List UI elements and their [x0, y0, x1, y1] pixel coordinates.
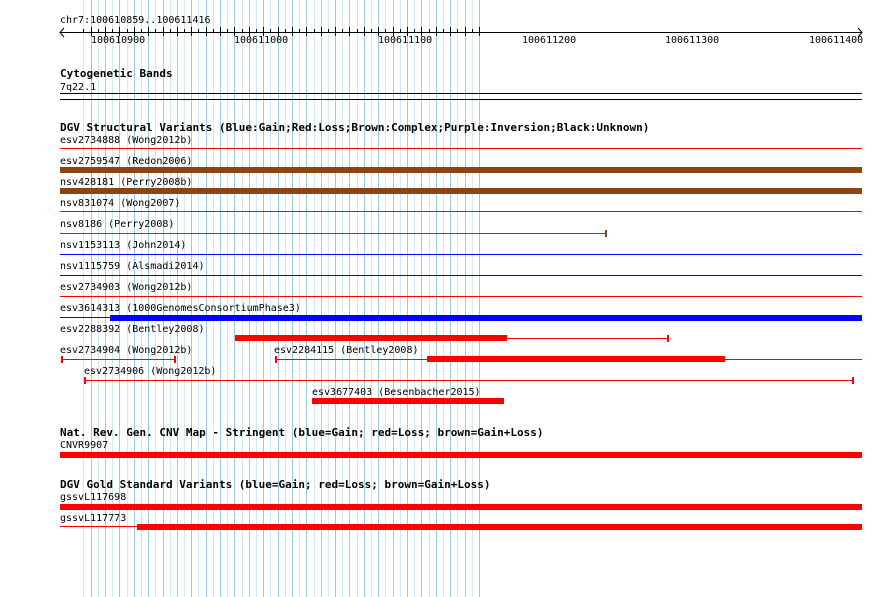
dgv-track-title: DGV Structural Variants (Blue:Gain;Red:L…: [60, 121, 650, 134]
feature-label[interactable]: gssvL117773: [60, 513, 126, 524]
variant-line[interactable]: [85, 380, 854, 381]
ruler-label: 100611000: [234, 35, 289, 46]
variant-line[interactable]: [62, 359, 175, 360]
gold-track-title: DGV Gold Standard Variants (blue=Gain; r…: [60, 478, 491, 491]
gold-bar[interactable]: [137, 524, 862, 530]
feature-label[interactable]: nsv831074 (Wong2007): [60, 198, 180, 209]
variant-line: [507, 338, 668, 339]
ruler-label: 100611100: [378, 35, 433, 46]
ruler-label: 100610900: [91, 35, 146, 46]
feature-label[interactable]: CNVR9907: [60, 440, 108, 451]
variant-bar[interactable]: [235, 335, 507, 341]
feature-label[interactable]: esv2734904 (Wong2012b): [60, 345, 192, 356]
variant-line[interactable]: [276, 359, 427, 360]
cytoband-label: 7q22.1: [60, 82, 97, 93]
feature-label[interactable]: esv3614313 (1000GenomesConsortiumPhase3): [60, 303, 301, 314]
cytoband-track-title: Cytogenetic Bands: [60, 67, 173, 80]
feature-label[interactable]: nsv1115759 (Alsmadi2014): [60, 261, 205, 272]
gold-line: [60, 526, 137, 527]
variant-line[interactable]: [60, 254, 862, 255]
variant-end-tick: [61, 356, 63, 363]
feature-label[interactable]: esv3677403 (Besenbacher2015): [312, 387, 481, 398]
variant-line[interactable]: [60, 296, 862, 297]
variant-bar[interactable]: [312, 398, 504, 404]
cytoband-line[interactable]: [60, 93, 862, 94]
feature-label[interactable]: esv2759547 (Redon2006): [60, 156, 192, 167]
feature-label[interactable]: gssvL117698: [60, 492, 126, 503]
variant-line[interactable]: [60, 148, 862, 149]
cytoband-line: [60, 99, 862, 100]
variant-line[interactable]: [60, 233, 606, 234]
feature-label[interactable]: nsv428181 (Perry2008b): [60, 177, 192, 188]
variant-bar[interactable]: [60, 188, 862, 194]
variant-line[interactable]: [60, 275, 862, 276]
variant-end-tick: [667, 335, 669, 342]
gold-bar[interactable]: [60, 504, 862, 510]
ruler-label: 100611200: [522, 35, 577, 46]
feature-label[interactable]: esv2288392 (Bentley2008): [60, 324, 205, 335]
variant-bar[interactable]: [60, 167, 862, 173]
variant-line[interactable]: [60, 317, 110, 318]
ruler-label: 100611300: [665, 35, 720, 46]
cnvmap-track-title: Nat. Rev. Gen. CNV Map - Stringent (blue…: [60, 426, 544, 439]
variant-end-tick: [605, 230, 607, 237]
variant-line: [725, 359, 862, 360]
variant-bar[interactable]: [427, 356, 725, 362]
feature-label[interactable]: nsv1153113 (John2014): [60, 240, 186, 251]
feature-label[interactable]: esv2284115 (Bentley2008): [274, 345, 419, 356]
variant-end-tick: [174, 356, 176, 363]
feature-label[interactable]: esv2734906 (Wong2012b): [84, 366, 216, 377]
feature-label[interactable]: esv2734888 (Wong2012b): [60, 135, 192, 146]
variant-bar[interactable]: [110, 315, 862, 321]
variant-end-tick: [852, 377, 854, 384]
feature-label[interactable]: esv2734903 (Wong2012b): [60, 282, 192, 293]
cnv-bar[interactable]: [60, 452, 862, 458]
variant-line[interactable]: [60, 211, 862, 212]
feature-label[interactable]: nsv8186 (Perry2008): [60, 219, 174, 230]
ruler-label: 100611400: [809, 35, 864, 46]
